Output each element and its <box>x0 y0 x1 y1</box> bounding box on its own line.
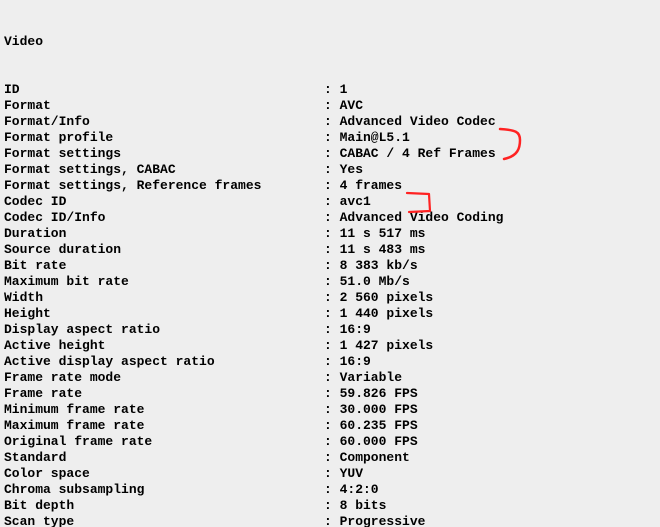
info-label: Format settings <box>4 146 324 162</box>
info-row: Format settings: CABAC / 4 Ref Frames <box>4 146 656 162</box>
info-label: Format/Info <box>4 114 324 130</box>
info-value: : 1 440 pixels <box>324 306 433 322</box>
info-row: Scan type: Progressive <box>4 514 656 527</box>
info-row: Standard: Component <box>4 450 656 466</box>
info-label: Frame rate <box>4 386 324 402</box>
info-value: : 1 <box>324 82 347 98</box>
info-value: : Component <box>324 450 410 466</box>
info-value: : Progressive <box>324 514 425 527</box>
info-value: : 4:2:0 <box>324 482 379 498</box>
info-value: : 59.826 FPS <box>324 386 418 402</box>
info-row: Bit depth: 8 bits <box>4 498 656 514</box>
info-label: Format settings, CABAC <box>4 162 324 178</box>
info-row: Duration: 11 s 517 ms <box>4 226 656 242</box>
info-value: : 8 383 kb/s <box>324 258 418 274</box>
info-label: Bit rate <box>4 258 324 274</box>
info-label: Height <box>4 306 324 322</box>
info-label: Original frame rate <box>4 434 324 450</box>
info-value: : 8 bits <box>324 498 386 514</box>
info-value: : 11 s 517 ms <box>324 226 425 242</box>
info-label: ID <box>4 82 324 98</box>
info-row: ID: 1 <box>4 82 656 98</box>
info-value: : Main@L5.1 <box>324 130 410 146</box>
info-label: Minimum frame rate <box>4 402 324 418</box>
info-row: Frame rate mode: Variable <box>4 370 656 386</box>
info-label: Standard <box>4 450 324 466</box>
info-value: : 60.235 FPS <box>324 418 418 434</box>
info-value: : YUV <box>324 466 363 482</box>
info-row: Active display aspect ratio: 16:9 <box>4 354 656 370</box>
info-value: : avc1 <box>324 194 371 210</box>
info-label: Active display aspect ratio <box>4 354 324 370</box>
info-value: : 51.0 Mb/s <box>324 274 410 290</box>
info-row: Source duration: 11 s 483 ms <box>4 242 656 258</box>
info-row: Original frame rate: 60.000 FPS <box>4 434 656 450</box>
info-row: Codec ID/Info: Advanced Video Coding <box>4 210 656 226</box>
info-label: Display aspect ratio <box>4 322 324 338</box>
info-label: Codec ID/Info <box>4 210 324 226</box>
info-label: Color space <box>4 466 324 482</box>
info-value: : 1 427 pixels <box>324 338 433 354</box>
info-label: Frame rate mode <box>4 370 324 386</box>
info-label: Maximum bit rate <box>4 274 324 290</box>
info-row: Chroma subsampling: 4:2:0 <box>4 482 656 498</box>
section-title-text: Video <box>4 34 43 49</box>
info-row: Height: 1 440 pixels <box>4 306 656 322</box>
info-row: Maximum frame rate: 60.235 FPS <box>4 418 656 434</box>
info-label: Duration <box>4 226 324 242</box>
info-value: : Variable <box>324 370 402 386</box>
info-value: : AVC <box>324 98 363 114</box>
info-row: Codec ID: avc1 <box>4 194 656 210</box>
info-value: : 11 s 483 ms <box>324 242 425 258</box>
info-value: : Yes <box>324 162 363 178</box>
info-label: Width <box>4 290 324 306</box>
info-value: : 30.000 FPS <box>324 402 418 418</box>
mediainfo-text-block: Video ID: 1Format: AVCFormat/Info: Advan… <box>0 0 660 527</box>
info-value: : CABAC / 4 Ref Frames <box>324 146 496 162</box>
info-label: Maximum frame rate <box>4 418 324 434</box>
info-label: Format profile <box>4 130 324 146</box>
info-row: Active height: 1 427 pixels <box>4 338 656 354</box>
info-row: Color space: YUV <box>4 466 656 482</box>
info-row: Format/Info: Advanced Video Codec <box>4 114 656 130</box>
info-label: Active height <box>4 338 324 354</box>
info-label: Scan type <box>4 514 324 527</box>
info-row: Format profile: Main@L5.1 <box>4 130 656 146</box>
info-value: : 16:9 <box>324 322 371 338</box>
info-value: : Advanced Video Coding <box>324 210 503 226</box>
info-value: : Advanced Video Codec <box>324 114 496 130</box>
info-row: Bit rate: 8 383 kb/s <box>4 258 656 274</box>
info-label: Format <box>4 98 324 114</box>
info-row: Format settings, Reference frames: 4 fra… <box>4 178 656 194</box>
info-row: Format settings, CABAC: Yes <box>4 162 656 178</box>
info-row: Format: AVC <box>4 98 656 114</box>
info-value: : 16:9 <box>324 354 371 370</box>
info-row: Display aspect ratio: 16:9 <box>4 322 656 338</box>
info-label: Codec ID <box>4 194 324 210</box>
info-row: Width: 2 560 pixels <box>4 290 656 306</box>
info-value: : 2 560 pixels <box>324 290 433 306</box>
info-label: Chroma subsampling <box>4 482 324 498</box>
info-label: Format settings, Reference frames <box>4 178 324 194</box>
info-label: Bit depth <box>4 498 324 514</box>
section-title: Video <box>4 34 656 50</box>
info-row: Minimum frame rate: 30.000 FPS <box>4 402 656 418</box>
info-row: Maximum bit rate: 51.0 Mb/s <box>4 274 656 290</box>
info-label: Source duration <box>4 242 324 258</box>
info-value: : 4 frames <box>324 178 402 194</box>
info-row: Frame rate: 59.826 FPS <box>4 386 656 402</box>
info-value: : 60.000 FPS <box>324 434 418 450</box>
